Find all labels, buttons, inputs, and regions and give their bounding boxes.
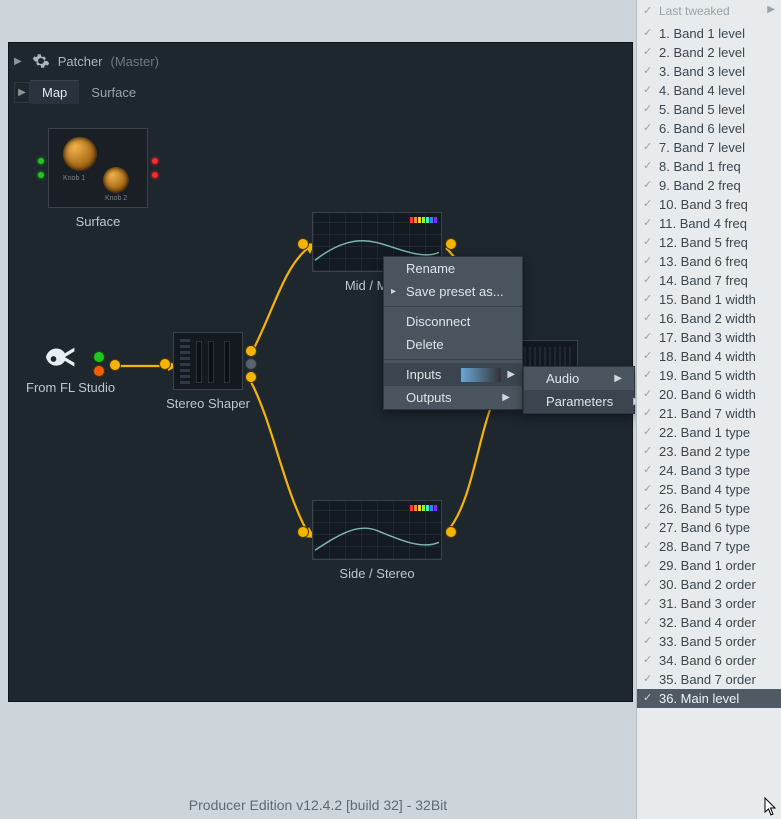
menu-delete[interactable]: Delete [384, 333, 522, 356]
collapse-triangle-icon[interactable]: ▶ [14, 56, 22, 67]
node-side-stereo[interactable]: Side / Stereo [298, 500, 456, 581]
param-item[interactable]: 4. Band 4 level [637, 81, 781, 100]
param-item[interactable]: 8. Band 1 freq [637, 157, 781, 176]
param-item[interactable]: 30. Band 2 order [637, 575, 781, 594]
menu-rename[interactable]: Rename [384, 257, 522, 280]
node-from-fl-studio[interactable]: From FL Studio [40, 340, 115, 395]
param-item[interactable]: 12. Band 5 freq [637, 233, 781, 252]
port-output[interactable] [94, 352, 104, 362]
param-item[interactable]: 20. Band 6 width [637, 385, 781, 404]
param-item[interactable]: 17. Band 3 width [637, 328, 781, 347]
knob-icon[interactable] [103, 167, 129, 193]
led-icon [38, 172, 44, 178]
param-item[interactable]: 16. Band 2 width [637, 309, 781, 328]
eq-module[interactable] [312, 500, 442, 560]
param-item[interactable]: 9. Band 2 freq [637, 176, 781, 195]
paramlist-header-last-tweaked[interactable]: ✓ ▶ Last tweaked [637, 0, 781, 24]
knob-2-label: Knob 2 [105, 195, 127, 202]
param-item[interactable]: 22. Band 1 type [637, 423, 781, 442]
param-item[interactable]: 34. Band 6 order [637, 651, 781, 670]
param-item[interactable]: 3. Band 3 level [637, 62, 781, 81]
tab-menu-icon[interactable]: ▶ [14, 82, 30, 103]
port-output[interactable] [246, 359, 256, 369]
led-icon [38, 158, 44, 164]
chevron-right-icon: ▶ [507, 369, 515, 380]
knob-1-label: Knob 1 [63, 175, 85, 182]
param-item[interactable]: 13. Band 6 freq [637, 252, 781, 271]
node-label: Stereo Shaper [160, 396, 256, 411]
patcher-canvas[interactable]: Knob 1 Knob 2 Surface From FL Studio [8, 108, 633, 702]
menu-save-preset[interactable]: Save preset as... [384, 280, 522, 303]
param-item[interactable]: 25. Band 4 type [637, 480, 781, 499]
port-input[interactable] [298, 239, 308, 249]
app-title: Patcher [58, 54, 103, 69]
param-item[interactable]: 11. Band 4 freq [637, 214, 781, 233]
param-item[interactable]: 7. Band 7 level [637, 138, 781, 157]
port-input[interactable] [298, 527, 308, 537]
param-item[interactable]: 31. Band 3 order [637, 594, 781, 613]
app-root: ▶ Patcher (Master) ▶ Map Surface Audio P… [0, 0, 781, 819]
param-item[interactable]: 18. Band 4 width [637, 347, 781, 366]
fl-studio-icon [40, 340, 80, 374]
footer-version: Producer Edition v12.4.2 [build 32] - 32… [0, 791, 636, 819]
surface-module[interactable]: Knob 1 Knob 2 [48, 128, 148, 208]
submenu-parameters[interactable]: Parameters▶ [524, 390, 634, 413]
app-context: (Master) [111, 54, 159, 69]
param-item[interactable]: 26. Band 5 type [637, 499, 781, 518]
titlebar: ▶ Patcher (Master) [14, 52, 159, 70]
chevron-right-icon: ▶ [502, 392, 510, 403]
param-item[interactable]: 10. Band 3 freq [637, 195, 781, 214]
param-item[interactable]: 28. Band 7 type [637, 537, 781, 556]
param-item[interactable]: 27. Band 6 type [637, 518, 781, 537]
stereo-shaper-module[interactable] [173, 332, 243, 390]
submenu-audio[interactable]: Audio▶ [524, 367, 634, 390]
param-item[interactable]: 2. Band 2 level [637, 43, 781, 62]
tabbar: ▶ Map Surface [14, 80, 148, 104]
port-output[interactable] [446, 527, 456, 537]
node-surface[interactable]: Knob 1 Knob 2 Surface [38, 128, 158, 229]
param-item[interactable]: 36. Main level [637, 689, 781, 708]
port-input[interactable] [160, 359, 170, 369]
parameters-flyout[interactable]: ✓ ▶ Last tweaked 1. Band 1 level2. Band … [636, 0, 781, 819]
port-output[interactable] [110, 360, 120, 370]
menu-separator [384, 306, 522, 307]
menu-disconnect[interactable]: Disconnect [384, 310, 522, 333]
node-label: Surface [38, 214, 158, 229]
param-item[interactable]: 14. Band 7 freq [637, 271, 781, 290]
port-output[interactable] [246, 372, 256, 382]
led-icon [152, 158, 158, 164]
port-output[interactable] [246, 346, 256, 356]
node-label: Side / Stereo [298, 566, 456, 581]
param-item[interactable]: 6. Band 6 level [637, 119, 781, 138]
param-item[interactable]: 24. Band 3 type [637, 461, 781, 480]
menu-outputs[interactable]: Outputs▶ [384, 386, 522, 409]
param-item[interactable]: 15. Band 1 width [637, 290, 781, 309]
param-item[interactable]: 35. Band 7 order [637, 670, 781, 689]
menu-separator [384, 359, 522, 360]
chevron-right-icon: ▶ [614, 373, 622, 384]
param-item[interactable]: 1. Band 1 level [637, 24, 781, 43]
tab-map[interactable]: Map [30, 80, 79, 104]
chevron-right-icon: ▶ [767, 4, 775, 15]
menu-thumb-icon [461, 368, 501, 382]
port-output[interactable] [446, 239, 456, 249]
param-item[interactable]: 33. Band 5 order [637, 632, 781, 651]
menu-inputs[interactable]: Inputs ▶ [384, 363, 522, 386]
context-submenu-inputs[interactable]: Audio▶ Parameters▶ [523, 366, 635, 414]
led-icon [152, 172, 158, 178]
knob-icon[interactable] [63, 137, 97, 171]
param-item[interactable]: 32. Band 4 order [637, 613, 781, 632]
gear-icon[interactable] [32, 52, 50, 70]
param-item[interactable]: 29. Band 1 order [637, 556, 781, 575]
node-stereo-shaper[interactable]: Stereo Shaper [160, 332, 256, 411]
param-item[interactable]: 21. Band 7 width [637, 404, 781, 423]
context-menu[interactable]: Rename Save preset as... Disconnect Dele… [383, 256, 523, 410]
tab-surface[interactable]: Surface [79, 81, 148, 104]
param-item[interactable]: 23. Band 2 type [637, 442, 781, 461]
node-label: From FL Studio [26, 380, 115, 395]
param-item[interactable]: 19. Band 5 width [637, 366, 781, 385]
param-item[interactable]: 5. Band 5 level [637, 100, 781, 119]
port-output[interactable] [94, 366, 104, 376]
